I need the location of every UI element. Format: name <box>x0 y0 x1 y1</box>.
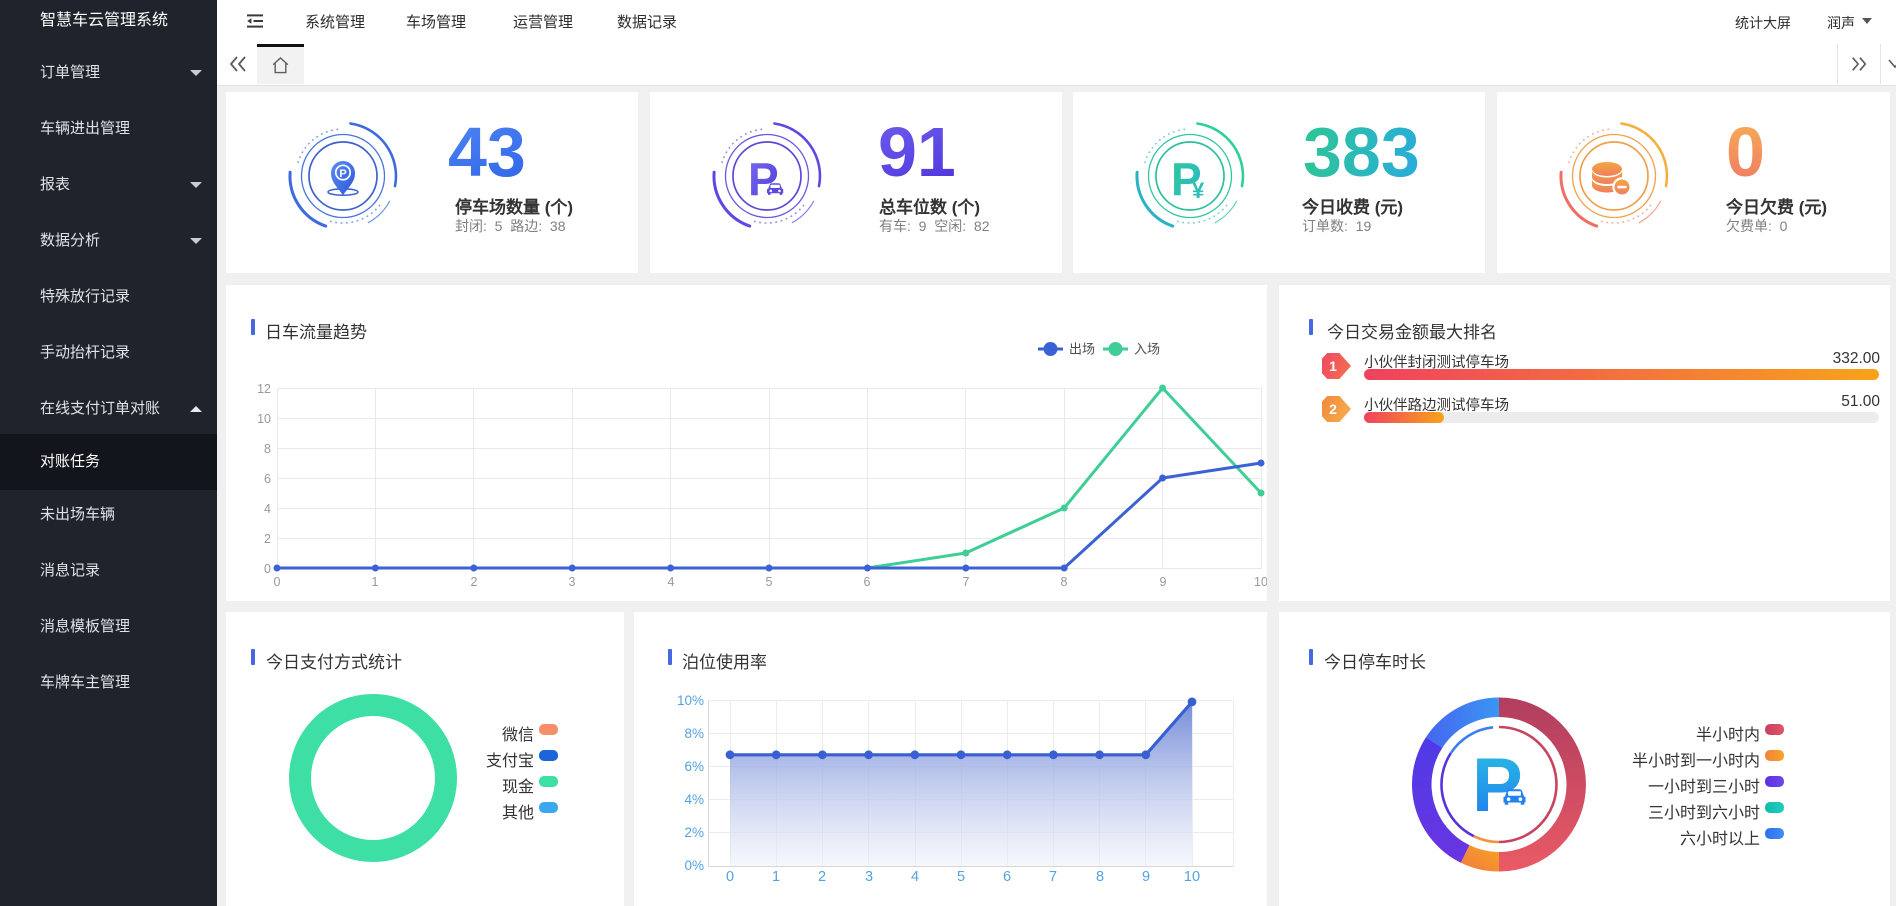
svg-text:8: 8 <box>264 442 271 456</box>
svg-text:7: 7 <box>1049 869 1057 885</box>
svg-text:2: 2 <box>818 869 826 885</box>
svg-text:0: 0 <box>264 562 271 576</box>
svg-text:0: 0 <box>274 575 281 589</box>
svg-text:4: 4 <box>668 575 675 589</box>
svg-text:4: 4 <box>264 502 271 516</box>
svg-text:入场: 入场 <box>1134 342 1160 357</box>
svg-text:10: 10 <box>257 412 271 426</box>
svg-text:8%: 8% <box>684 726 704 741</box>
svg-text:3: 3 <box>865 869 873 885</box>
svg-text:10%: 10% <box>677 693 704 708</box>
svg-text:2: 2 <box>471 575 478 589</box>
svg-text:6: 6 <box>864 575 871 589</box>
svg-text:12: 12 <box>257 382 271 396</box>
svg-text:1: 1 <box>772 869 780 885</box>
svg-text:5: 5 <box>766 575 773 589</box>
svg-text:5: 5 <box>957 869 965 885</box>
svg-text:8: 8 <box>1061 575 1068 589</box>
svg-text:3: 3 <box>569 575 576 589</box>
svg-text:10: 10 <box>1254 575 1267 589</box>
svg-text:7: 7 <box>963 575 970 589</box>
svg-text:P: P <box>339 168 346 180</box>
svg-text:6%: 6% <box>684 759 704 774</box>
svg-text:¥: ¥ <box>1192 178 1205 203</box>
svg-text:10: 10 <box>1184 869 1200 885</box>
svg-text:6: 6 <box>264 472 271 486</box>
svg-text:P: P <box>748 154 779 206</box>
svg-text:出场: 出场 <box>1069 342 1095 357</box>
svg-text:4%: 4% <box>684 792 704 807</box>
svg-text:9: 9 <box>1142 869 1150 885</box>
svg-text:0%: 0% <box>684 858 704 873</box>
svg-text:8: 8 <box>1096 869 1104 885</box>
svg-text:4: 4 <box>911 869 919 885</box>
svg-text:9: 9 <box>1160 575 1167 589</box>
svg-text:0: 0 <box>726 869 734 885</box>
svg-text:2: 2 <box>264 532 271 546</box>
svg-text:2%: 2% <box>684 825 704 840</box>
svg-text:1: 1 <box>372 575 379 589</box>
svg-text:6: 6 <box>1003 869 1011 885</box>
